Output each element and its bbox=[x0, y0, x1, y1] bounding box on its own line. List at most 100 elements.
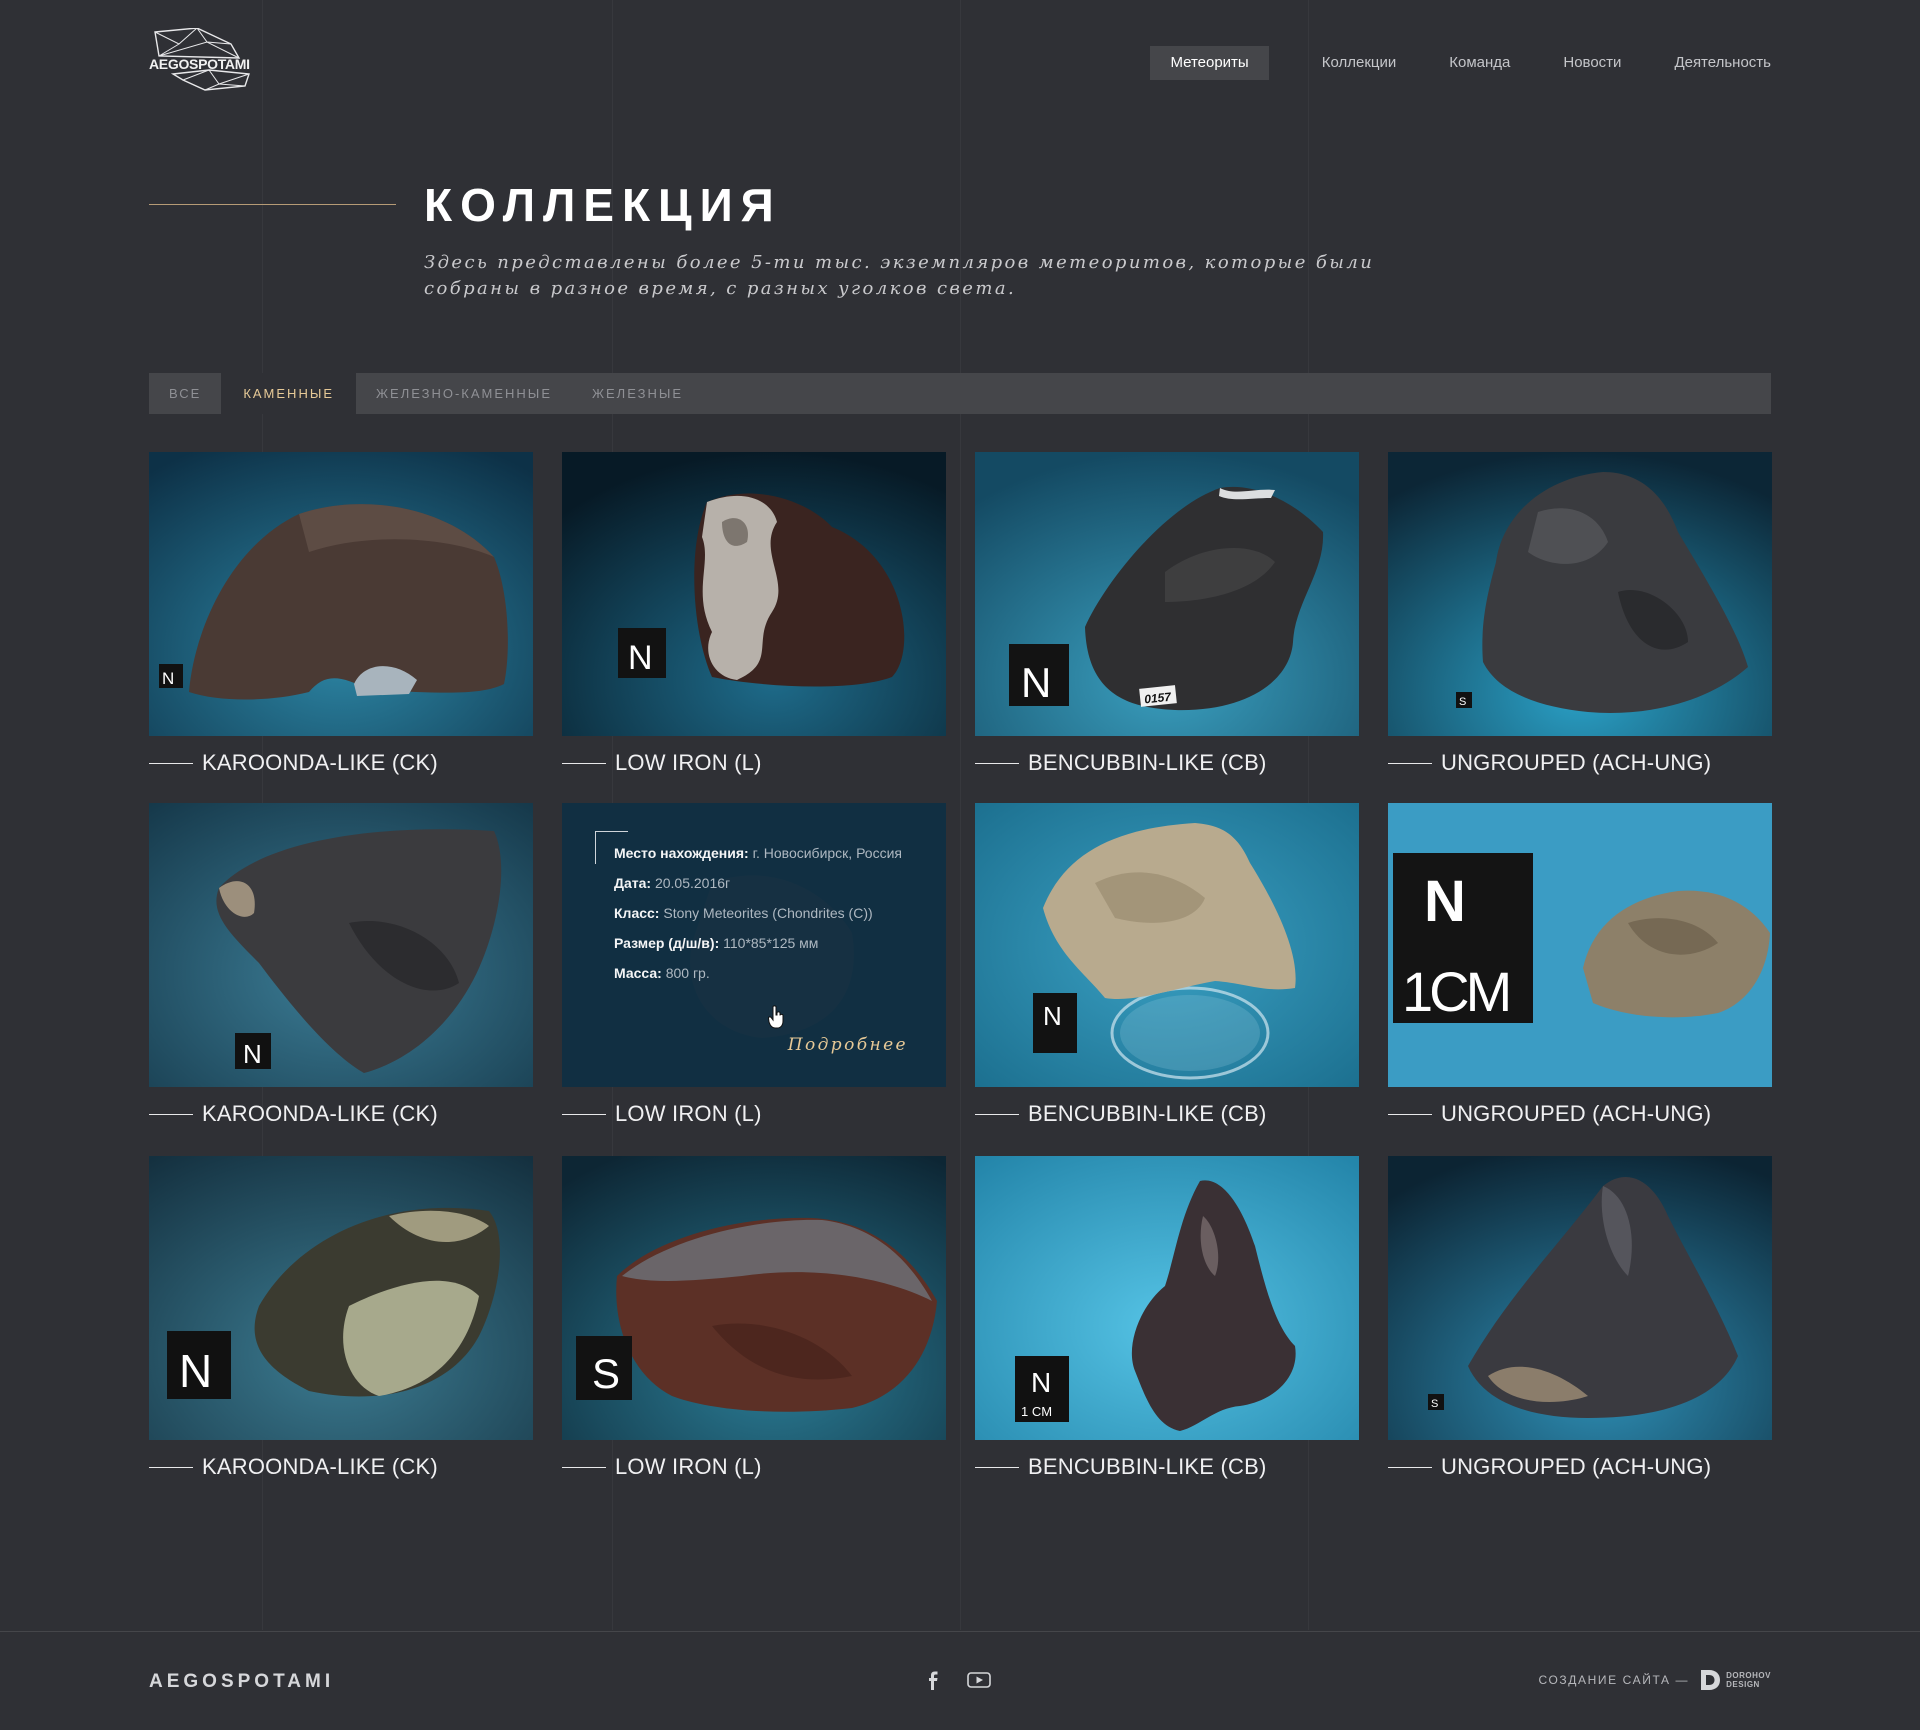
meteorite-card[interactable]: N 1 CM BENCUBBIN-LIKE (CB) bbox=[975, 1156, 1359, 1486]
card-caption: KAROONDA-LIKE (CK) bbox=[149, 1452, 438, 1482]
info-location: Место нахождения: г. Новосибирск, Россия bbox=[614, 845, 902, 861]
card-caption: UNGROUPED (ACH-UNG) bbox=[1388, 748, 1711, 778]
meteorite-card[interactable]: N LOW IRON (L) bbox=[562, 452, 946, 782]
caption-dash bbox=[1388, 762, 1432, 764]
meteorite-card[interactable]: N BENCUBBIN-LIKE (CB) bbox=[975, 803, 1359, 1133]
specimen-info: Место нахождения: г. Новосибирск, Россия… bbox=[614, 843, 924, 993]
caption-dash bbox=[149, 1466, 193, 1468]
meteorite-photo: N bbox=[562, 452, 946, 736]
dorohov-logo-icon bbox=[1701, 1670, 1721, 1690]
scale-cube-sub: 1CM bbox=[1402, 960, 1509, 1023]
info-date: Дата: 20.05.2016г bbox=[614, 875, 731, 891]
meteorite-card[interactable]: N KAROONDA-LIKE (CK) bbox=[149, 803, 533, 1133]
card-title: BENCUBBIN-LIKE (CB) bbox=[1028, 1454, 1267, 1479]
main-nav: Метеориты Коллекции Команда Новости Деят… bbox=[1150, 46, 1771, 80]
tab-iron[interactable]: ЖЕЛЕЗНЫЕ bbox=[572, 373, 703, 414]
category-tabs: ВСЕ КАМЕННЫЕ ЖЕЛЕЗНО-КАМЕННЫЕ ЖЕЛЕЗНЫЕ bbox=[149, 373, 1771, 414]
more-link[interactable]: Подробнее bbox=[788, 1035, 908, 1055]
scale-cube-label: N bbox=[628, 639, 653, 677]
scale-cube-label: S bbox=[1431, 1398, 1438, 1410]
scale-cube-label: N bbox=[1031, 1367, 1051, 1398]
meteorite-photo: S bbox=[562, 1156, 946, 1440]
scale-cube-sub: 1 CM bbox=[1021, 1404, 1052, 1419]
meteorite-photo: 0157 N bbox=[975, 452, 1359, 736]
card-title: BENCUBBIN-LIKE (CB) bbox=[1028, 1101, 1267, 1126]
scale-cube-label: N bbox=[1424, 869, 1466, 934]
nav-item-activity[interactable]: Деятельность bbox=[1674, 46, 1771, 80]
caption-dash bbox=[975, 762, 1019, 764]
card-title: LOW IRON (L) bbox=[615, 1454, 762, 1479]
nav-item-collections[interactable]: Коллекции bbox=[1322, 46, 1397, 80]
scale-cube-label: N bbox=[162, 669, 174, 688]
scale-cube-label: S bbox=[592, 1350, 620, 1397]
card-caption: KAROONDA-LIKE (CK) bbox=[149, 748, 438, 778]
page-title: КОЛЛЕКЦИЯ bbox=[424, 179, 782, 231]
nav-item-meteorites[interactable]: Метеориты bbox=[1150, 46, 1269, 80]
info-class: Класс: Stony Meteorites (Chondrites (C)) bbox=[614, 905, 873, 921]
card-title: BENCUBBIN-LIKE (CB) bbox=[1028, 750, 1267, 775]
tab-stony-iron[interactable]: ЖЕЛЕЗНО-КАМЕННЫЕ bbox=[356, 373, 572, 414]
logo-text: AEGOSPOTAMI bbox=[149, 56, 250, 72]
meteorite-photo: S bbox=[1388, 452, 1772, 736]
site-logo[interactable]: AEGOSPOTAMI bbox=[149, 28, 253, 92]
card-caption: BENCUBBIN-LIKE (CB) bbox=[975, 748, 1267, 778]
meteorite-card[interactable]: N KAROONDA-LIKE (CK) bbox=[149, 1156, 533, 1486]
card-title: UNGROUPED (ACH-UNG) bbox=[1441, 1101, 1712, 1126]
card-caption: BENCUBBIN-LIKE (CB) bbox=[975, 1099, 1267, 1129]
specimen-info-overlay: Место нахождения: г. Новосибирск, Россия… bbox=[562, 803, 946, 1087]
scale-cube-label: N bbox=[243, 1039, 262, 1069]
card-caption: LOW IRON (L) bbox=[562, 748, 762, 778]
caption-dash bbox=[975, 1466, 1019, 1468]
tab-stony[interactable]: КАМЕННЫЕ bbox=[221, 373, 357, 414]
page-subtitle: Здесь представлены более 5-ти тыс. экзем… bbox=[424, 252, 1375, 299]
card-title: KAROONDA-LIKE (CK) bbox=[202, 1454, 438, 1479]
card-caption: KAROONDA-LIKE (CK) bbox=[149, 1099, 438, 1129]
scale-cube-label: S bbox=[1459, 696, 1466, 708]
meteorite-card-hovered[interactable]: Место нахождения: г. Новосибирск, Россия… bbox=[562, 803, 946, 1133]
meteorite-photo: N bbox=[149, 452, 533, 736]
meteorite-photo: S bbox=[1388, 1156, 1772, 1440]
card-caption: LOW IRON (L) bbox=[562, 1452, 762, 1482]
meteorite-card[interactable]: S UNGROUPED (ACH-UNG) bbox=[1388, 1156, 1772, 1486]
card-title: UNGROUPED (ACH-UNG) bbox=[1441, 1454, 1712, 1479]
meteorite-card[interactable]: S UNGROUPED (ACH-UNG) bbox=[1388, 452, 1772, 782]
meteorite-card[interactable]: S LOW IRON (L) bbox=[562, 1156, 946, 1486]
meteorite-card[interactable]: 0157 N BENCUBBIN-LIKE (CB) bbox=[975, 452, 1359, 782]
meteorite-photo: N 1 CM bbox=[975, 1156, 1359, 1440]
scale-cube-label: N bbox=[1021, 659, 1051, 706]
caption-dash bbox=[149, 762, 193, 764]
meteorite-photo: N bbox=[975, 803, 1359, 1087]
card-title: UNGROUPED (ACH-UNG) bbox=[1441, 750, 1712, 775]
caption-dash bbox=[1388, 1113, 1432, 1115]
caption-dash bbox=[562, 762, 606, 764]
footer-divider bbox=[0, 1631, 1920, 1632]
meteorite-photo: N 1CM bbox=[1388, 803, 1772, 1087]
meteorite-card[interactable]: N 1CM UNGROUPED (ACH-UNG) bbox=[1388, 803, 1772, 1133]
info-mass: Масса: 800 гр. bbox=[614, 965, 710, 981]
footer-brand: AEGOSPOTAMI bbox=[149, 1671, 335, 1692]
caption-dash bbox=[975, 1113, 1019, 1115]
scale-cube-label: N bbox=[179, 1345, 212, 1397]
nav-item-news[interactable]: Новости bbox=[1563, 46, 1621, 80]
card-title: KAROONDA-LIKE (CK) bbox=[202, 750, 438, 775]
card-caption: LOW IRON (L) bbox=[562, 1099, 762, 1129]
card-caption: UNGROUPED (ACH-UNG) bbox=[1388, 1099, 1711, 1129]
hand-cursor-icon bbox=[768, 1005, 784, 1029]
specimen-tag: 0157 bbox=[1144, 690, 1173, 707]
card-caption: BENCUBBIN-LIKE (CB) bbox=[975, 1452, 1267, 1482]
caption-dash bbox=[1388, 1466, 1432, 1468]
card-title: LOW IRON (L) bbox=[615, 1101, 762, 1126]
card-title: LOW IRON (L) bbox=[615, 750, 762, 775]
credit-text: СОЗДАНИЕ САЙТА — bbox=[1538, 1673, 1690, 1687]
credit[interactable]: СОЗДАНИЕ САЙТА — DOROHOV DESIGN bbox=[1539, 1669, 1772, 1691]
scale-cube-label: N bbox=[1043, 1001, 1062, 1031]
tab-all[interactable]: ВСЕ bbox=[149, 373, 221, 414]
card-caption: UNGROUPED (ACH-UNG) bbox=[1388, 1452, 1711, 1482]
nav-item-team[interactable]: Команда bbox=[1449, 46, 1510, 80]
caption-dash bbox=[149, 1113, 193, 1115]
meteorite-photo: N bbox=[149, 1156, 533, 1440]
meteorite-card[interactable]: N KAROONDA-LIKE (CK) bbox=[149, 452, 533, 782]
youtube-icon[interactable] bbox=[967, 1670, 991, 1690]
facebook-icon[interactable] bbox=[924, 1670, 942, 1690]
info-size: Размер (д/ш/в): 110*85*125 мм bbox=[614, 935, 819, 951]
